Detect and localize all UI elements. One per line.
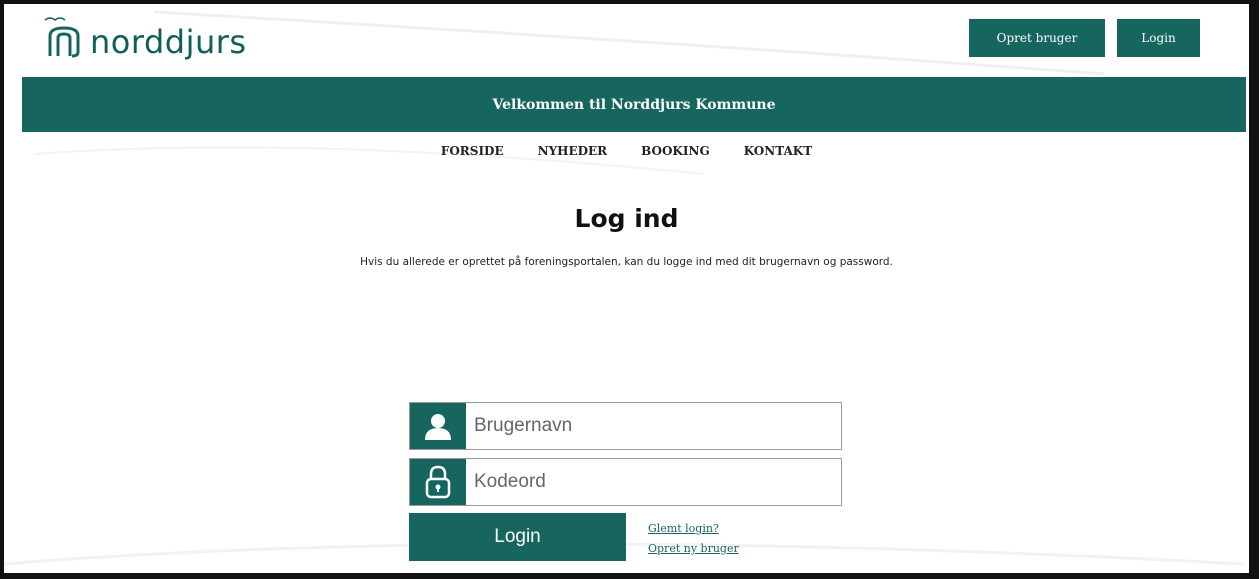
password-input[interactable]: [466, 459, 841, 505]
header-login-button[interactable]: Login: [1117, 19, 1200, 57]
norddjurs-logo-icon: [44, 17, 80, 58]
username-field: [409, 402, 842, 450]
nav-item-kontakt[interactable]: KONTAKT: [744, 144, 812, 158]
page-frame: norddjurs Opret bruger Login Velkommen t…: [0, 0, 1259, 579]
main-nav: FORSIDE NYHEDER BOOKING KONTAKT: [4, 144, 1249, 158]
nav-item-nyheder[interactable]: NYHEDER: [538, 144, 608, 158]
username-input[interactable]: [466, 403, 841, 449]
lock-icon-box: [410, 459, 466, 505]
forgot-login-link[interactable]: Glemt login?: [648, 522, 719, 535]
lock-icon: [425, 465, 451, 499]
page-title: Log ind: [574, 204, 679, 233]
nav-item-forside[interactable]: FORSIDE: [441, 144, 504, 158]
nav-item-booking[interactable]: BOOKING: [641, 144, 710, 158]
login-button[interactable]: Login: [409, 513, 626, 561]
welcome-text: Velkommen til Norddjurs Kommune: [492, 96, 776, 113]
intro-text: Hvis du allerede er oprettet på forening…: [360, 256, 893, 268]
user-icon: [425, 414, 451, 440]
site-logo[interactable]: norddjurs: [42, 14, 247, 60]
create-user-button[interactable]: Opret bruger: [969, 19, 1105, 57]
create-new-user-link[interactable]: Opret ny bruger: [648, 542, 739, 555]
welcome-banner: Velkommen til Norddjurs Kommune: [22, 77, 1246, 132]
user-icon-box: [410, 403, 466, 449]
password-field: [409, 458, 842, 506]
logo-text: norddjurs: [90, 23, 247, 61]
